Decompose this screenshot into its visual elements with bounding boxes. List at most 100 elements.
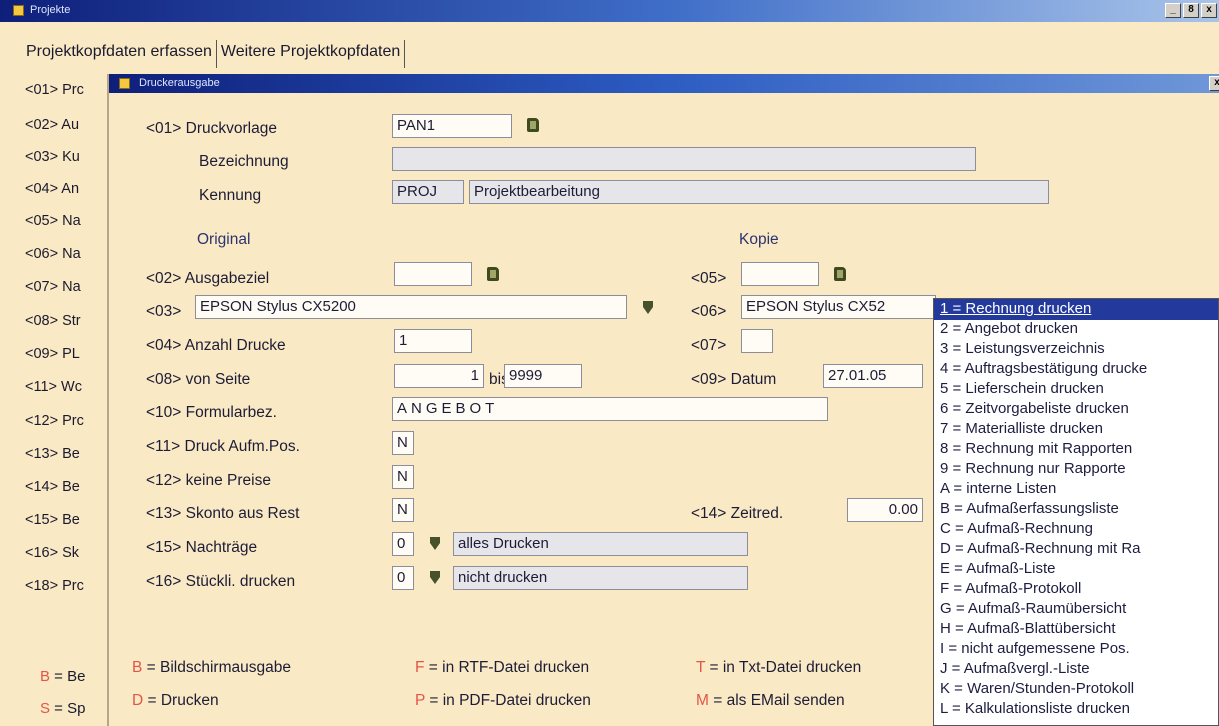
datum-field[interactable]: 27.01.05 xyxy=(823,364,923,388)
nachtraege-code-field[interactable]: 0 xyxy=(392,532,414,556)
druckvorlage-field[interactable]: PAN1 xyxy=(392,114,512,138)
drucker-label: <03> xyxy=(146,303,182,320)
legend-item: B = Bildschirmausgabe xyxy=(132,659,291,676)
anzahl-label: <04> Anzahl Drucke xyxy=(146,337,286,354)
list-item[interactable]: <04> An xyxy=(25,181,110,197)
dropdown-option[interactable]: 3 = Leistungsverzeichnis xyxy=(934,339,1218,360)
dialog-icon xyxy=(119,78,130,89)
bezeichnung-label: Bezeichnung xyxy=(199,153,289,170)
dropdown-option[interactable]: G = Aufmaß-Raumübersicht xyxy=(934,599,1218,620)
dropdown-arrow-icon[interactable] xyxy=(430,537,440,550)
list-item[interactable]: <03> Ku xyxy=(25,149,110,165)
dropdown-option[interactable]: E = Aufmaß-Liste xyxy=(934,559,1218,580)
dropdown-option[interactable]: H = Aufmaß-Blattübersicht xyxy=(934,619,1218,640)
ausgabeziel-label: <02> Ausgabeziel xyxy=(146,270,270,287)
close-button[interactable]: x xyxy=(1201,3,1217,18)
window-titlebar: Projekte _ 8 x xyxy=(0,0,1219,22)
list-item[interactable]: <15> Be xyxy=(25,512,110,528)
dialog-title: Druckerausgabe xyxy=(139,77,220,89)
list-item[interactable]: <12> Prc xyxy=(25,413,110,429)
zeitred-label: <14> Zeitred. xyxy=(691,505,784,522)
legend-item: D = Drucken xyxy=(132,692,219,709)
dropdown-option[interactable]: I = nicht aufgemessene Pos. xyxy=(934,639,1218,660)
dialog-close-button[interactable]: x xyxy=(1209,76,1219,91)
list-item[interactable]: <13> Be xyxy=(25,446,110,462)
list-item[interactable]: <05> Na xyxy=(25,213,110,229)
bis-seite-field[interactable]: 9999 xyxy=(504,364,582,388)
von-seite-field[interactable]: 1 xyxy=(394,364,484,388)
dropdown-option[interactable]: 6 = Zeitvorgabeliste drucken xyxy=(934,399,1218,420)
dropdown-option[interactable]: C = Aufmaß-Rechnung xyxy=(934,519,1218,540)
nachtraege-field[interactable]: alles Drucken xyxy=(453,532,748,556)
kopie-ziel-field[interactable] xyxy=(741,262,819,286)
dropdown-option[interactable]: B = Aufmaßerfassungsliste xyxy=(934,499,1218,520)
formularbez-field[interactable]: ANGEBOT xyxy=(392,397,828,421)
kopie-anzahl-field[interactable] xyxy=(741,329,773,353)
stueckli-label: <16> Stückli. drucken xyxy=(146,573,296,590)
nachtraege-label: <15> Nachträge xyxy=(146,539,258,556)
app-icon xyxy=(13,5,24,16)
kennung-name-field[interactable]: Projektbearbeitung xyxy=(469,180,1049,204)
kennung-code-field[interactable]: PROJ xyxy=(392,180,464,204)
druck-aufm-field[interactable]: N xyxy=(392,431,414,455)
stueckli-code-field[interactable]: 0 xyxy=(392,566,414,590)
drucker-field[interactable]: EPSON Stylus CX5200 xyxy=(195,295,627,319)
dropdown-option[interactable]: 2 = Angebot drucken xyxy=(934,319,1218,340)
legend-item: M = als EMail senden xyxy=(696,692,845,709)
dropdown-arrow-icon[interactable] xyxy=(430,571,440,584)
dropdown-option[interactable]: 5 = Lieferschein drucken xyxy=(934,379,1218,400)
list-item[interactable]: <11> Wc xyxy=(25,379,110,395)
list-item[interactable]: <07> Na xyxy=(25,279,110,295)
dropdown-option[interactable]: 7 = Materialliste drucken xyxy=(934,419,1218,440)
legend-item: T = in Txt-Datei drucken xyxy=(696,659,862,676)
dropdown-option[interactable]: 4 = Auftragsbestätigung drucke xyxy=(934,359,1218,380)
bezeichnung-field[interactable] xyxy=(392,147,976,171)
dropdown-option[interactable]: F = Aufmaß-Protokoll xyxy=(934,579,1218,600)
druckvorlage-dropdown-list[interactable]: 1 = Rechnung drucken 2 = Angebot drucken… xyxy=(933,298,1219,726)
kopie-drucker-field[interactable]: EPSON Stylus CX52 xyxy=(741,295,936,319)
dropdown-option[interactable]: J = Aufmaßvergl.-Liste xyxy=(934,659,1218,680)
list-item[interactable]: <18> Prc xyxy=(25,578,110,594)
lookup-icon[interactable] xyxy=(487,267,499,281)
lookup-icon[interactable] xyxy=(527,118,539,132)
tab-weitere-projektkopfdaten[interactable]: Weitere Projektkopfdaten xyxy=(217,40,406,68)
original-heading: Original xyxy=(197,231,251,248)
druckvorlage-label: <01> Druckvorlage xyxy=(146,120,277,137)
datum-label: <09> Datum xyxy=(691,371,777,388)
keine-preise-field[interactable]: N xyxy=(392,465,414,489)
zeitred-field[interactable]: 0.00 xyxy=(847,498,923,522)
kopie-anzahl-label: <07> xyxy=(691,337,727,354)
dropdown-option[interactable]: 9 = Rechnung nur Rapporte xyxy=(934,459,1218,480)
dropdown-arrow-icon[interactable] xyxy=(643,301,653,314)
list-item[interactable]: <14> Be xyxy=(25,479,110,495)
dropdown-option[interactable]: L = Kalkulationsliste drucken xyxy=(934,699,1218,720)
maximize-button[interactable]: 8 xyxy=(1183,3,1199,18)
minimize-button[interactable]: _ xyxy=(1165,3,1181,18)
dropdown-option[interactable]: 1 = Rechnung drucken xyxy=(934,299,1218,320)
legend-item: F = in RTF-Datei drucken xyxy=(415,659,590,676)
legend-item: B = Be xyxy=(40,668,86,685)
keine-preise-label: <12> keine Preise xyxy=(146,472,271,489)
kennung-label: Kennung xyxy=(199,187,262,204)
dialog-titlebar: Druckerausgabe x xyxy=(109,74,1219,93)
dropdown-option[interactable]: K = Waren/Stunden-Protokoll xyxy=(934,679,1218,700)
tab-bar: Projektkopfdaten erfassen Weitere Projek… xyxy=(22,40,406,68)
list-item[interactable]: <06> Na xyxy=(25,246,110,262)
legend-item: S = Sp xyxy=(40,700,86,717)
dropdown-option[interactable]: D = Aufmaß-Rechnung mit Ra xyxy=(934,539,1218,560)
dropdown-option[interactable]: 8 = Rechnung mit Rapporten xyxy=(934,439,1218,460)
lookup-icon[interactable] xyxy=(834,267,846,281)
stueckli-field[interactable]: nicht drucken xyxy=(453,566,748,590)
skonto-field[interactable]: N xyxy=(392,498,414,522)
anzahl-field[interactable]: 1 xyxy=(394,329,472,353)
ausgabeziel-field[interactable] xyxy=(394,262,472,286)
tab-projektkopfdaten[interactable]: Projektkopfdaten erfassen xyxy=(22,40,217,68)
list-item[interactable]: <02> Au xyxy=(25,117,110,133)
list-item[interactable]: <09> PL xyxy=(25,346,110,362)
kopie-heading: Kopie xyxy=(739,231,779,248)
dropdown-option[interactable]: A = interne Listen xyxy=(934,479,1218,500)
list-item[interactable]: <01> Prc xyxy=(25,82,110,98)
von-seite-label: <08> von Seite xyxy=(146,371,251,388)
list-item[interactable]: <08> Str xyxy=(25,313,110,329)
list-item[interactable]: <16> Sk xyxy=(25,545,110,561)
